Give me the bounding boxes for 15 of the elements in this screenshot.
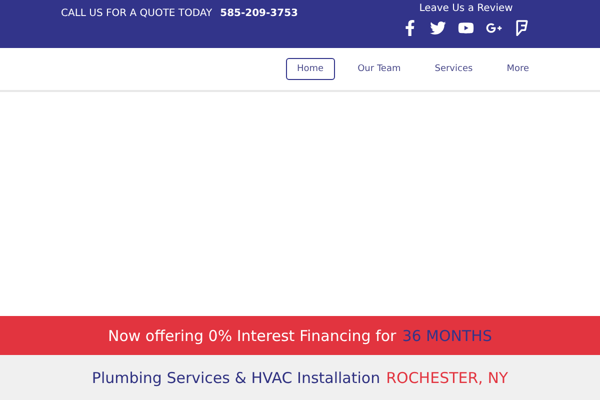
tagline-text: Plumbing Services & HVAC Installation xyxy=(92,368,380,386)
youtube-icon[interactable] xyxy=(458,20,474,36)
nav-tab[interactable]: More xyxy=(496,58,540,80)
twitter-icon[interactable] xyxy=(430,20,446,36)
review-label: Leave Us a Review xyxy=(419,3,513,14)
nav-tab[interactable]: Home xyxy=(286,58,335,80)
nav-tab[interactable]: Services xyxy=(424,58,484,80)
nav-tab[interactable]: Our Team xyxy=(346,58,412,80)
foursquare-icon[interactable] xyxy=(514,20,530,36)
phone-number: 585-209-3753 xyxy=(220,8,298,18)
banner-highlight: 36 MONTHS xyxy=(402,326,492,344)
location-text: ROCHESTER, NY xyxy=(386,368,508,386)
banner-text: Now offering 0% Interest Financing for xyxy=(108,326,396,344)
call-label: CALL US FOR A QUOTE TODAY xyxy=(61,8,212,18)
google-plus-icon[interactable] xyxy=(486,20,502,36)
